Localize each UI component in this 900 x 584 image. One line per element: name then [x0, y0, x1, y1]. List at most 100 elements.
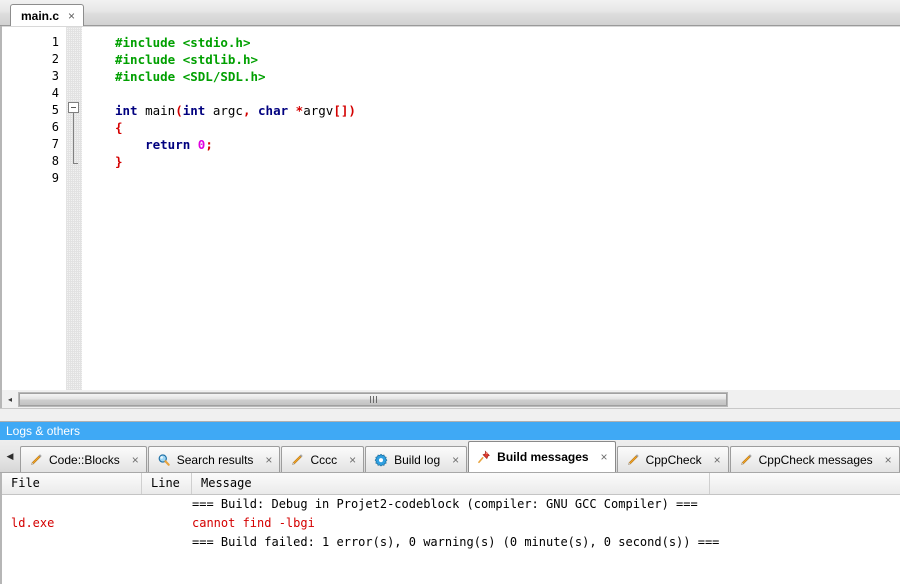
code-token: ,	[242, 103, 251, 118]
editor-tab-strip: main.c ×	[0, 0, 900, 26]
log-tab-label: Build messages	[497, 450, 589, 464]
line-number: 6	[51, 120, 59, 134]
grid-body: === Build: Debug in Projet2-codeblock (c…	[2, 495, 900, 552]
line-number: 3	[51, 69, 59, 83]
code-token: int	[115, 103, 138, 118]
fold-collapse-icon[interactable]	[68, 102, 79, 113]
code-token: <stdlib.h>	[182, 52, 258, 67]
log-tab-search-results[interactable]: Search results ×	[147, 446, 281, 472]
pushpin-icon	[477, 450, 491, 464]
code-line[interactable]: }	[82, 153, 900, 170]
log-tab-label: CppCheck	[645, 452, 702, 467]
codeblocks-ide-window: main.c × 123456789 #include <stdio.h> #in…	[0, 0, 900, 584]
close-icon[interactable]: ×	[452, 454, 459, 466]
line-number: 5	[51, 103, 59, 117]
log-tab-build-log[interactable]: Build log ×	[365, 446, 468, 472]
log-tab-cppcheck[interactable]: CppCheck ×	[616, 446, 729, 472]
logs-tab-strip: ◀ Code::Blocks × Search results × Cccc × Build…	[0, 440, 900, 473]
code-token: return	[145, 137, 191, 152]
code-token: <SDL/SDL.h>	[182, 69, 266, 84]
code-token: main	[145, 103, 176, 118]
pencil-icon	[739, 453, 753, 467]
code-token: {	[115, 120, 123, 135]
code-line[interactable]	[82, 170, 900, 187]
code-token: char	[258, 103, 289, 118]
code-line[interactable]: #include <stdlib.h>	[82, 51, 900, 68]
close-icon[interactable]: ×	[265, 454, 272, 466]
code-token: #include	[115, 35, 183, 50]
code-line[interactable]: #include <SDL/SDL.h>	[82, 68, 900, 85]
editor-bottom-edge	[0, 408, 900, 422]
message-row[interactable]: ld.exe cannot find -lbgi	[2, 514, 900, 533]
code-line[interactable]: int main(int argc, char *argv[])	[82, 102, 900, 119]
code-editor[interactable]: 123456789 #include <stdio.h> #include <st…	[0, 26, 900, 390]
message-file-cell	[11, 495, 136, 514]
close-icon[interactable]: ×	[68, 10, 75, 22]
code-line[interactable]: {	[82, 119, 900, 136]
pencil-icon	[29, 453, 43, 467]
log-tab-build-messages[interactable]: Build messages ×	[468, 441, 616, 472]
message-row[interactable]: === Build failed: 1 error(s), 0 warning(…	[2, 533, 900, 552]
code-line[interactable]	[82, 85, 900, 102]
log-tab-label: CppCheck messages	[758, 452, 873, 467]
message-text-cell: === Build: Debug in Projet2-codeblock (c…	[192, 497, 698, 511]
close-icon[interactable]: ×	[132, 454, 139, 466]
close-icon[interactable]: ×	[601, 451, 608, 463]
column-header-line[interactable]: Line	[142, 473, 192, 494]
line-number: 8	[51, 154, 59, 168]
message-file-cell: ld.exe	[11, 516, 55, 530]
close-icon[interactable]: ×	[885, 454, 892, 466]
message-text-cell: === Build failed: 1 error(s), 0 warning(…	[192, 535, 720, 549]
code-token: ;	[205, 137, 213, 152]
line-number: 9	[51, 171, 59, 185]
pencil-icon	[626, 453, 640, 467]
code-token: #include	[115, 69, 183, 84]
code-token: (	[175, 103, 183, 118]
column-header-message[interactable]: Message	[192, 473, 710, 494]
code-token: argv	[303, 103, 334, 118]
message-file-cell	[11, 533, 136, 552]
log-tab-code-blocks[interactable]: Code::Blocks ×	[20, 446, 147, 472]
editor-tab-main-c[interactable]: main.c ×	[10, 4, 85, 26]
message-row[interactable]: === Build: Debug in Projet2-codeblock (c…	[2, 495, 900, 514]
code-line[interactable]: return 0;	[82, 136, 900, 153]
scrollbar-grip-icon	[369, 395, 377, 403]
scrollbar-thumb[interactable]	[19, 392, 727, 406]
log-tab-label: Code::Blocks	[49, 452, 120, 467]
magnifier-icon	[157, 453, 171, 467]
editor-horizontal-scrollbar[interactable]: ◂	[0, 390, 900, 408]
column-header-file[interactable]: File	[2, 473, 142, 494]
code-token: <stdio.h>	[182, 35, 251, 50]
log-tab-cccc[interactable]: Cccc ×	[281, 446, 365, 472]
grid-header-row: File Line Message	[2, 473, 900, 495]
line-number-gutter: 1 2 3 4 5 6 7 8 9	[2, 27, 66, 390]
line-number: 1	[51, 35, 59, 49]
close-icon[interactable]: ×	[349, 454, 356, 466]
message-line-cell	[142, 533, 192, 552]
logs-panel-title: Logs & others	[0, 422, 900, 440]
line-number: 2	[51, 52, 59, 66]
tab-scroll-left-icon[interactable]: ◀	[0, 441, 20, 472]
code-text-area[interactable]: #include <stdio.h> #include <stdlib.h> #in…	[82, 27, 900, 390]
line-number: 7	[51, 137, 59, 151]
code-token: argc	[205, 103, 243, 118]
log-tab-label: Build log	[394, 452, 441, 467]
code-token: int	[182, 103, 206, 118]
code-line[interactable]: #include <stdio.h>	[82, 34, 900, 51]
scrollbar-track[interactable]	[18, 391, 728, 407]
code-token: #include	[115, 52, 183, 67]
scroll-left-arrow-icon[interactable]: ◂	[2, 391, 18, 407]
log-tab-label: Search results	[176, 452, 254, 467]
message-line-cell	[142, 514, 192, 533]
pencil-icon	[290, 453, 304, 467]
code-folding-margin[interactable]	[66, 27, 82, 390]
build-messages-grid[interactable]: File Line Message === Build: Debug in Pr…	[0, 473, 900, 584]
close-icon[interactable]: ×	[714, 454, 721, 466]
editor-tab-label: main.c	[21, 8, 60, 23]
log-tab-cppcheck-messages[interactable]: CppCheck messages ×	[729, 446, 900, 472]
fold-range-line	[73, 113, 74, 163]
message-text-cell: cannot find -lbgi	[192, 516, 315, 530]
